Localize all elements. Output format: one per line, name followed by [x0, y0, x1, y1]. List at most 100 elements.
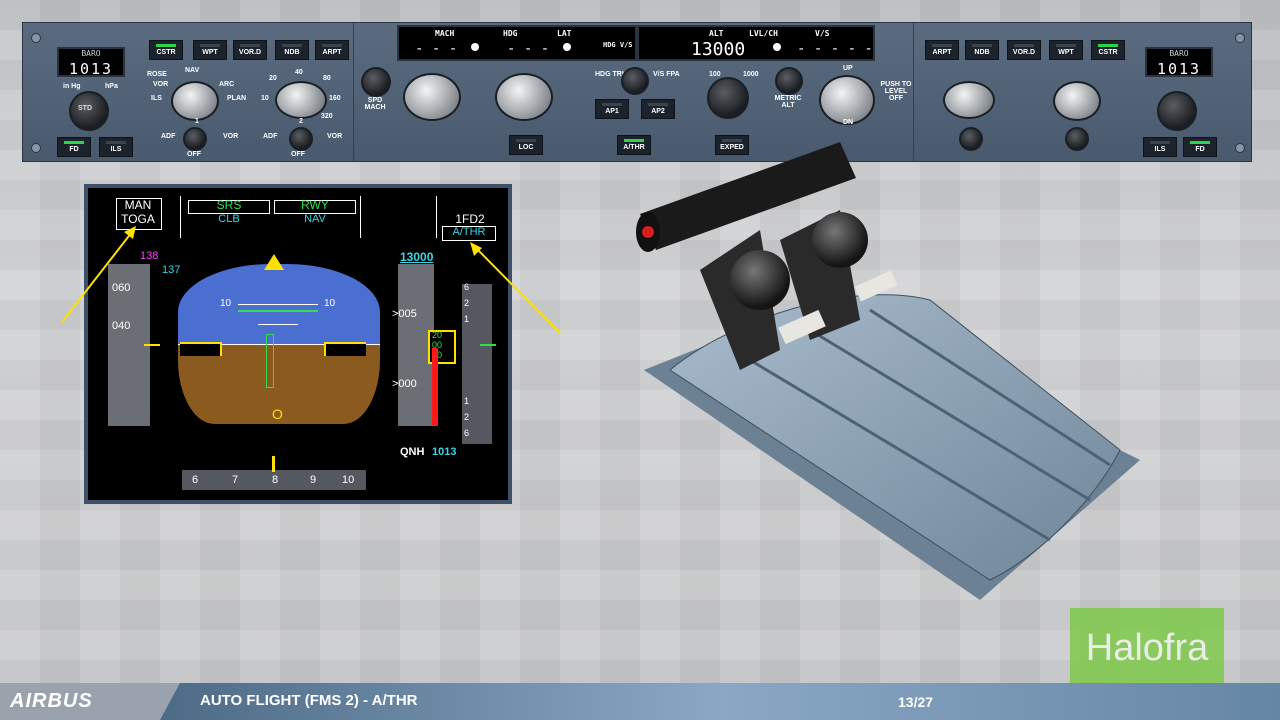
- nav-label: NAV: [185, 67, 200, 74]
- push-level-off-label: PUSH TO LEVEL OFF: [880, 81, 912, 102]
- pitch-10-left: 10: [220, 298, 232, 309]
- mach-label: MACH: [435, 29, 455, 38]
- vor1-label: VOR: [223, 133, 239, 140]
- baro-value: 1013: [68, 60, 114, 78]
- hdg-vs-label: HDG V/S: [603, 41, 633, 49]
- right-aircraft-symbol: [324, 342, 366, 356]
- target-altitude: 13000: [400, 250, 434, 264]
- vs-down-label: DN: [843, 119, 854, 126]
- right-fd-button[interactable]: FD: [1183, 137, 1217, 157]
- page-counter: 13/27: [898, 694, 934, 710]
- speed-selector-knob[interactable]: [403, 73, 461, 121]
- fma-athr: A/THR: [452, 226, 486, 238]
- right-baro-value: 1013: [1156, 60, 1202, 78]
- vs-selector-knob[interactable]: [819, 75, 875, 125]
- lvlch-label: LVL/CH: [749, 29, 778, 38]
- nd-mode-selector-knob[interactable]: [171, 81, 219, 121]
- adf-vor-2-switch[interactable]: [289, 127, 313, 151]
- spd-mach-button[interactable]: [361, 67, 391, 97]
- halofra-watermark: Halofra: [1070, 608, 1224, 688]
- spd-mach-label: SPD MACH: [364, 97, 386, 111]
- alt-label: ALT: [709, 29, 724, 38]
- cstr-button[interactable]: CSTR: [149, 40, 183, 60]
- primary-flight-display: MAN TOGA SRS CLB RWY NAV 1FD2 A/THR 060 …: [84, 184, 512, 504]
- right-baro-label: BARO: [1169, 49, 1189, 58]
- fma-srs: SRS: [216, 198, 242, 212]
- nav1-number: 1: [195, 118, 199, 125]
- quadrant-base: [644, 294, 1140, 600]
- hpa-label: hPa: [105, 83, 118, 90]
- fma-man: MAN: [124, 198, 152, 212]
- heading-selector-knob[interactable]: [495, 73, 553, 121]
- right-vord-button[interactable]: VOR.D: [1007, 40, 1041, 60]
- ndb-button[interactable]: NDB: [275, 40, 309, 60]
- vs-tick-1-up: 1: [464, 314, 470, 324]
- adf-vor-1-switch[interactable]: [183, 127, 207, 151]
- nd-range-selector-knob[interactable]: [275, 81, 327, 119]
- altitude-managed-dot: [773, 43, 781, 51]
- ap2-button[interactable]: AP2: [641, 99, 675, 119]
- altitude-increment-knob[interactable]: [707, 77, 749, 119]
- ils-button[interactable]: ILS: [99, 137, 133, 157]
- metric-alt-button[interactable]: [775, 67, 803, 95]
- range-80-label: 80: [323, 75, 331, 82]
- ils-mode-label: ILS: [151, 95, 162, 102]
- fd-button[interactable]: FD: [57, 137, 91, 157]
- heading-9: 9: [310, 474, 317, 486]
- right-nd-mode-knob[interactable]: [1053, 81, 1101, 121]
- vord-button[interactable]: VOR.D: [233, 40, 267, 60]
- hdg-vs-trk-fpa-button[interactable]: [621, 67, 649, 95]
- right-baro-knob[interactable]: [1157, 91, 1197, 131]
- heading-display: - - -: [507, 41, 550, 57]
- right-arpt-button[interactable]: ARPT: [925, 40, 959, 60]
- range-10-label: 10: [261, 95, 269, 102]
- vs-tick-2-down: 2: [464, 412, 470, 422]
- pitch-10-right: 10: [324, 298, 336, 309]
- alt-tick-000: >000: [392, 378, 417, 390]
- loc-button[interactable]: LOC: [509, 135, 543, 155]
- nav2-number: 2: [299, 118, 303, 125]
- spd-hdg-display: MACH HDG LAT - - - - - - HDG V/S: [397, 25, 637, 61]
- arpt-button[interactable]: ARPT: [315, 40, 349, 60]
- fma-rwy: RWY: [301, 198, 329, 212]
- vs-fpa-label: V/S FPA: [653, 71, 680, 78]
- range-20-label: 20: [269, 75, 277, 82]
- speed-tick-060: 060: [112, 282, 131, 294]
- range-160-label: 160: [329, 95, 341, 102]
- right-cstr-button[interactable]: CSTR: [1091, 40, 1125, 60]
- right-wpt-button[interactable]: WPT: [1049, 40, 1083, 60]
- speed-index: [144, 344, 160, 346]
- altitude-display: 13000: [691, 39, 746, 60]
- qnh-label: QNH: [400, 446, 425, 458]
- ap1-button[interactable]: AP1: [595, 99, 629, 119]
- v2-speed: 137: [162, 264, 181, 276]
- vs-label: V/S: [815, 29, 830, 38]
- adf2-label: ADF: [263, 133, 278, 140]
- target-speed: 138: [140, 250, 159, 262]
- fma-1fd2: 1FD2: [455, 212, 485, 226]
- vertical-speed-scale: 6 2 1 1 2 6: [462, 282, 492, 444]
- heading-7: 7: [232, 474, 239, 486]
- right-nd-range-knob[interactable]: [943, 81, 995, 119]
- heading-scale: 6 7 8 9 10: [182, 470, 366, 490]
- metric-alt-label: METRIC ALT: [774, 95, 802, 109]
- airbus-logo: AIRBUS: [10, 690, 93, 712]
- baro-label: BARO: [81, 49, 101, 58]
- vs-tick-2-up: 2: [464, 298, 470, 308]
- alpha-zero: O: [272, 406, 283, 422]
- right-ndb-button[interactable]: NDB: [965, 40, 999, 60]
- rose-label: ROSE: [147, 71, 167, 78]
- heading-6: 6: [192, 474, 199, 486]
- heading-managed-dot: [563, 43, 571, 51]
- autothrust-disconnect-button[interactable]: [642, 226, 654, 238]
- screw: [1235, 33, 1245, 43]
- heading-8: 8: [272, 474, 279, 486]
- slide-title: AUTO FLIGHT (FMS 2) - A/THR: [200, 692, 418, 709]
- inhg-label: in Hg: [63, 83, 81, 90]
- range-40-label: 40: [295, 69, 303, 76]
- qnh-value: 1013: [432, 446, 457, 458]
- std-label: STD: [78, 105, 92, 112]
- fma-nav: NAV: [304, 213, 326, 225]
- wpt-button[interactable]: WPT: [193, 40, 227, 60]
- vor-label: VOR: [153, 81, 169, 88]
